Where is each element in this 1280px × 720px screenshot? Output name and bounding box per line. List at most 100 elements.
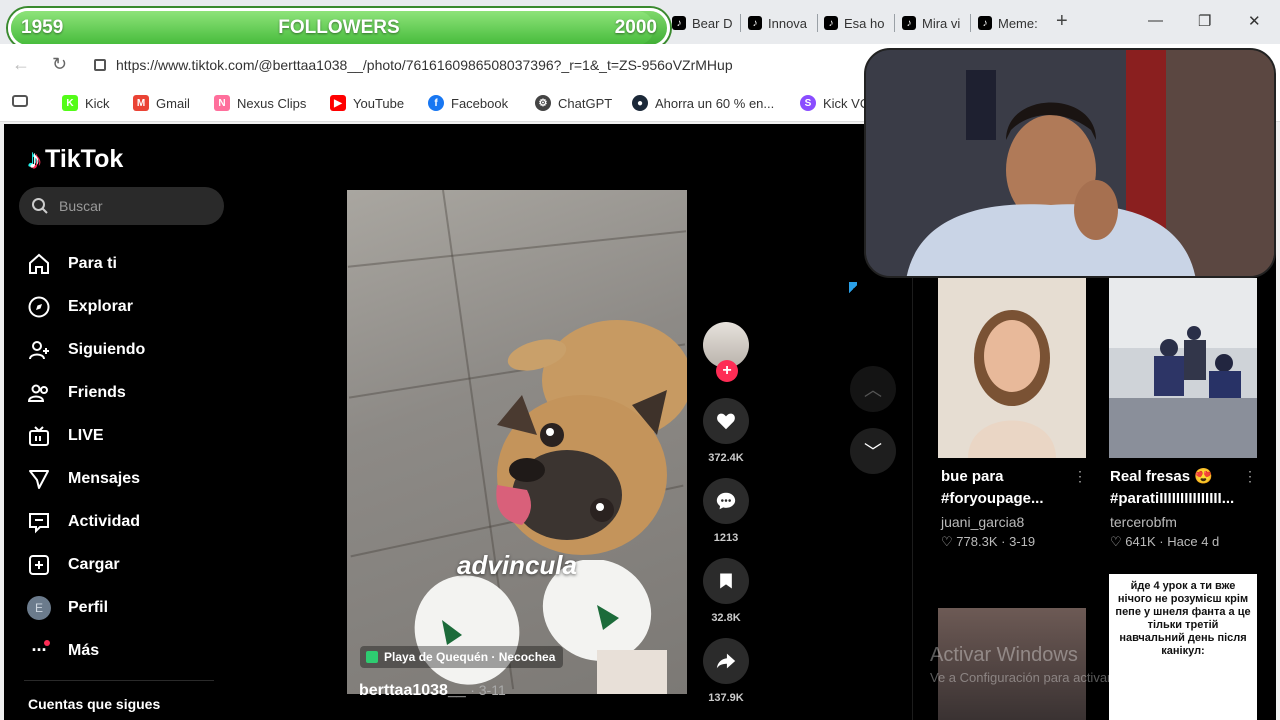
activate-windows-subtext: Ve a Configuración para activar Windows.: [930, 670, 1172, 685]
comment-button[interactable]: [703, 478, 749, 524]
tab-title: Bear D: [692, 15, 733, 31]
goal-end: 2000: [614, 17, 657, 38]
post-photo[interactable]: advincula Playa de Quequén · Necochea: [347, 190, 687, 694]
follow-button[interactable]: +: [716, 360, 738, 382]
url-field[interactable]: https://www.tiktok.com/@berttaa1038__/ph…: [84, 50, 904, 80]
tab-title: Meme:: [998, 15, 1038, 31]
video-thumbnail[interactable]: [1109, 278, 1257, 458]
sidebar-item-label: Explorar: [68, 297, 133, 315]
tab-search-icon[interactable]: [12, 95, 28, 107]
tiktok-favicon-icon: ♪: [902, 16, 916, 30]
browser-tab[interactable]: ♪ Bear D: [672, 10, 736, 36]
steam-icon: ●: [632, 95, 648, 111]
bookmark-steam[interactable]: ● Ahorra un 60 % en...: [632, 95, 774, 111]
browser-tab[interactable]: ♪ Mira vi: [902, 10, 968, 36]
sidebar-item-friends[interactable]: Friends: [26, 371, 145, 414]
sidebar-item-explorar[interactable]: Explorar: [26, 285, 145, 328]
more-icon: ···: [26, 638, 52, 664]
sidebar-item-siguiendo[interactable]: Siguiendo: [26, 328, 145, 371]
tiktok-favicon-icon: ♪: [824, 16, 838, 30]
webcam-overlay: [864, 48, 1276, 278]
share-action: 137.9K: [701, 638, 751, 704]
close-icon[interactable]: ✕: [1248, 12, 1261, 30]
tab-separator: [740, 14, 741, 32]
sidebar-item-cargar[interactable]: Cargar: [26, 543, 145, 586]
tiktok-note-icon: ♪: [28, 144, 41, 174]
browser-tab[interactable]: ♪ Meme:: [978, 10, 1046, 36]
related-title[interactable]: Real fresas 😍 #paratiIIIIIIIIIIIIIII...: [1110, 466, 1234, 510]
bookmark-youtube[interactable]: ▶ YouTube: [330, 95, 404, 111]
tiktok-favicon-icon: ♪: [978, 16, 992, 30]
sidebar-item-actividad[interactable]: Actividad: [26, 500, 145, 543]
post-caption: advincula: [457, 550, 577, 580]
chatgpt-icon: ⚙: [535, 95, 551, 111]
save-button[interactable]: [703, 558, 749, 604]
brand-name: TikTok: [45, 145, 124, 173]
bookmark-kick[interactable]: K Kick: [62, 95, 110, 111]
comment-count: 1213: [713, 532, 739, 544]
friends-icon: [26, 380, 52, 406]
like-button[interactable]: [703, 398, 749, 444]
minimize-icon[interactable]: —: [1148, 12, 1163, 29]
sidebar-item-perfil[interactable]: E Perfil: [26, 586, 145, 629]
video-thumbnail[interactable]: [938, 278, 1086, 458]
following-accounts-header: Cuentas que sigues: [28, 696, 161, 712]
thumbnail-text: йде 4 урок а ти вже нічого не розумієш к…: [1115, 580, 1251, 657]
sidebar-item-label: Friends: [68, 383, 126, 401]
dog-photo-illustration: [496, 320, 687, 555]
thumbnail-classroom-illustration: [1109, 278, 1257, 458]
sidebar-item-label: Perfil: [68, 598, 109, 616]
goal-label: FOLLOWERS: [278, 17, 400, 38]
maximize-icon[interactable]: ❐: [1198, 12, 1211, 30]
tiktok-favicon-icon: ♪: [672, 16, 686, 30]
related-stats: ♡ 778.3K · 3-19: [941, 534, 1036, 549]
inbox-icon: [26, 509, 52, 535]
bookmark-kick-vo[interactable]: S Kick VO: [800, 95, 870, 111]
share-button[interactable]: [703, 638, 749, 684]
back-icon[interactable]: ←: [12, 54, 30, 75]
kick-vo-icon: S: [800, 95, 816, 111]
sidebar-item-para-ti[interactable]: Para ti: [26, 242, 145, 285]
bookmark-facebook[interactable]: f Facebook: [428, 95, 508, 111]
sidebar-item-live[interactable]: LIVE: [26, 414, 145, 457]
nexus-clips-icon: N: [214, 95, 230, 111]
next-post-button[interactable]: ﹀: [850, 428, 896, 474]
tiktok-favicon-icon: ♪: [748, 16, 762, 30]
youtube-icon: ▶: [330, 95, 346, 111]
browser-tab[interactable]: ♪ Esa ho: [824, 10, 890, 36]
plus-square-icon: [26, 552, 52, 578]
post-author[interactable]: berttaa1038__ · 3-11: [359, 682, 506, 700]
reload-icon[interactable]: ↻: [52, 54, 67, 75]
sidebar-item-mensajes[interactable]: Mensajes: [26, 457, 145, 500]
bookmark-chatgpt[interactable]: ⚙ ChatGPT: [535, 95, 612, 111]
related-author[interactable]: juani_garcia8: [941, 514, 1024, 530]
screen: ♪ Bear D ♪ Innova ♪ Esa ho ♪ Mira vi ♪ M…: [0, 0, 1280, 720]
location-tag[interactable]: Playa de Quequén · Necochea: [360, 646, 564, 668]
tab-title: Mira vi: [922, 15, 961, 31]
tab-title: Innova: [768, 15, 808, 31]
share-arrow-icon: [716, 653, 736, 669]
tiktok-logo[interactable]: ♪ TikTok: [28, 144, 123, 175]
send-icon: [26, 466, 52, 492]
search-input[interactable]: Buscar: [19, 187, 224, 225]
new-tab-button[interactable]: +: [1056, 10, 1068, 33]
tab-separator: [970, 14, 971, 32]
heart-outline-icon: ♡: [1110, 534, 1122, 549]
related-stats: ♡ 641K · Hace 4 d: [1110, 534, 1220, 549]
bookmark-gmail[interactable]: M Gmail: [133, 95, 190, 111]
activate-windows-watermark: Activar Windows: [930, 644, 1078, 666]
previous-post-button[interactable]: ︿: [850, 366, 896, 412]
more-options-icon[interactable]: ⋮: [1243, 468, 1257, 485]
comment-icon: [716, 492, 736, 510]
related-author[interactable]: tercerobfm: [1110, 514, 1177, 530]
more-options-icon[interactable]: ⋮: [1073, 468, 1087, 485]
post-date: · 3-11: [470, 682, 506, 698]
browser-tab[interactable]: ♪ Innova: [748, 10, 814, 36]
url-text: https://www.tiktok.com/@berttaa1038__/ph…: [116, 57, 733, 73]
video-thumbnail[interactable]: йде 4 урок а ти вже нічого не розумієш к…: [1109, 574, 1257, 720]
heart-icon: [717, 413, 735, 430]
related-title[interactable]: bue para #foryoupage...: [941, 466, 1044, 510]
bookmark-nexus-clips[interactable]: N Nexus Clips: [214, 95, 306, 111]
sidebar-item-mas[interactable]: ··· Más: [26, 629, 145, 672]
action-column: 372.4K 1213 32.8K 137.9K: [701, 398, 751, 718]
